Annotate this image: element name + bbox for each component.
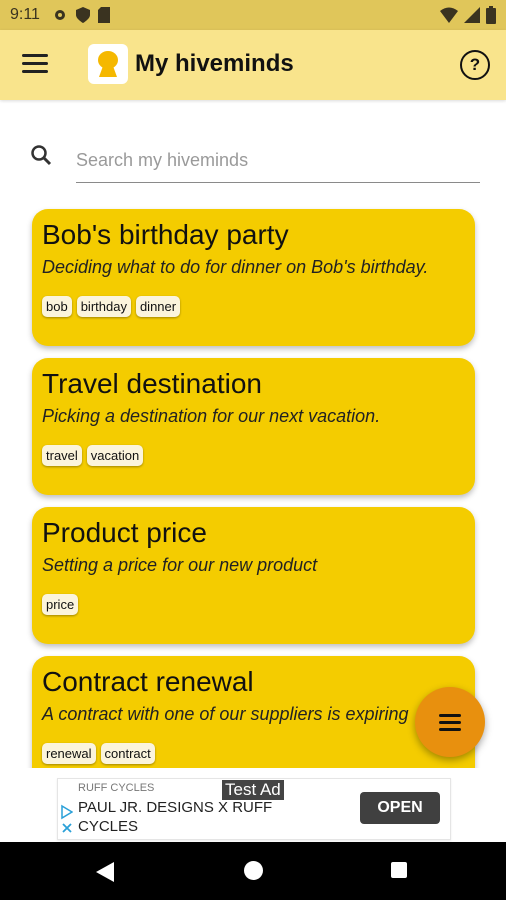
tag[interactable]: vacation — [86, 445, 144, 466]
tag[interactable]: contract — [100, 743, 155, 764]
status-time: 9:11 — [10, 6, 40, 23]
card-title: Travel destination — [42, 368, 262, 399]
tag[interactable]: bob — [42, 296, 72, 317]
hivemind-card[interactable]: Travel destination Picking a destination… — [32, 358, 475, 495]
home-icon[interactable] — [244, 861, 263, 880]
tag[interactable]: birthday — [76, 296, 131, 317]
wifi-status-icon — [440, 7, 458, 23]
status-bar: 9:11 — [0, 0, 506, 30]
test-ad-label: Test Ad — [222, 780, 284, 800]
fab-menu-icon — [439, 721, 461, 724]
shield-status-icon — [75, 7, 90, 23]
tag[interactable]: renewal — [42, 743, 96, 764]
card-title: Product price — [42, 517, 207, 548]
tag-list: renewal contract — [42, 743, 155, 764]
menu-icon-bar — [22, 70, 48, 73]
status-icons-right — [440, 6, 496, 24]
hivemind-card[interactable]: Product price Setting a price for our ne… — [32, 507, 475, 644]
ad-choices-icon[interactable] — [61, 804, 73, 836]
tag[interactable]: travel — [42, 445, 82, 466]
ad-headline: PAUL JR. DESIGNS X RUFF CYCLES — [78, 799, 273, 835]
ad-open-button[interactable]: OPEN — [360, 792, 440, 824]
tag[interactable]: dinner — [135, 296, 181, 317]
card-description: Setting a price for our new product — [42, 555, 318, 575]
signal-status-icon — [464, 7, 480, 23]
menu-button[interactable] — [22, 54, 48, 76]
recents-icon[interactable] — [391, 862, 407, 878]
navigation-bar — [0, 842, 506, 900]
fab-menu-icon — [439, 728, 461, 731]
hivemind-card[interactable]: Bob's birthday party Deciding what to do… — [32, 209, 475, 346]
back-icon[interactable] — [96, 862, 114, 882]
search-icon — [31, 145, 52, 166]
tag-list: bob birthday dinner — [42, 296, 181, 317]
hivemind-logo-icon — [88, 44, 128, 84]
menu-icon-bar — [22, 54, 48, 57]
card-description: A contract with one of our suppliers is … — [42, 704, 409, 724]
tag-list: travel vacation — [42, 445, 144, 466]
status-icons-left — [52, 7, 110, 23]
fab-menu-icon — [439, 714, 461, 717]
card-title: Contract renewal — [42, 666, 254, 697]
page-title: My hiveminds — [135, 50, 294, 77]
ad-banner[interactable]: RUFF CYCLES PAUL JR. DESIGNS X RUFF CYCL… — [57, 778, 451, 840]
battery-status-icon — [486, 6, 496, 24]
menu-icon-bar — [22, 62, 48, 65]
search-input[interactable] — [76, 138, 480, 183]
card-description: Picking a destination for our next vacat… — [42, 406, 381, 426]
app-bar: My hiveminds ? — [0, 30, 506, 100]
card-description: Deciding what to do for dinner on Bob's … — [42, 257, 429, 277]
ad-brand: RUFF CYCLES — [78, 782, 155, 794]
fab-menu-button[interactable] — [415, 687, 485, 757]
card-title: Bob's birthday party — [42, 219, 289, 250]
settings-status-icon — [54, 10, 65, 20]
tag-list: price — [42, 594, 79, 615]
tag[interactable]: price — [42, 594, 79, 615]
sim-status-icon — [97, 7, 110, 23]
help-icon[interactable]: ? — [460, 50, 490, 80]
